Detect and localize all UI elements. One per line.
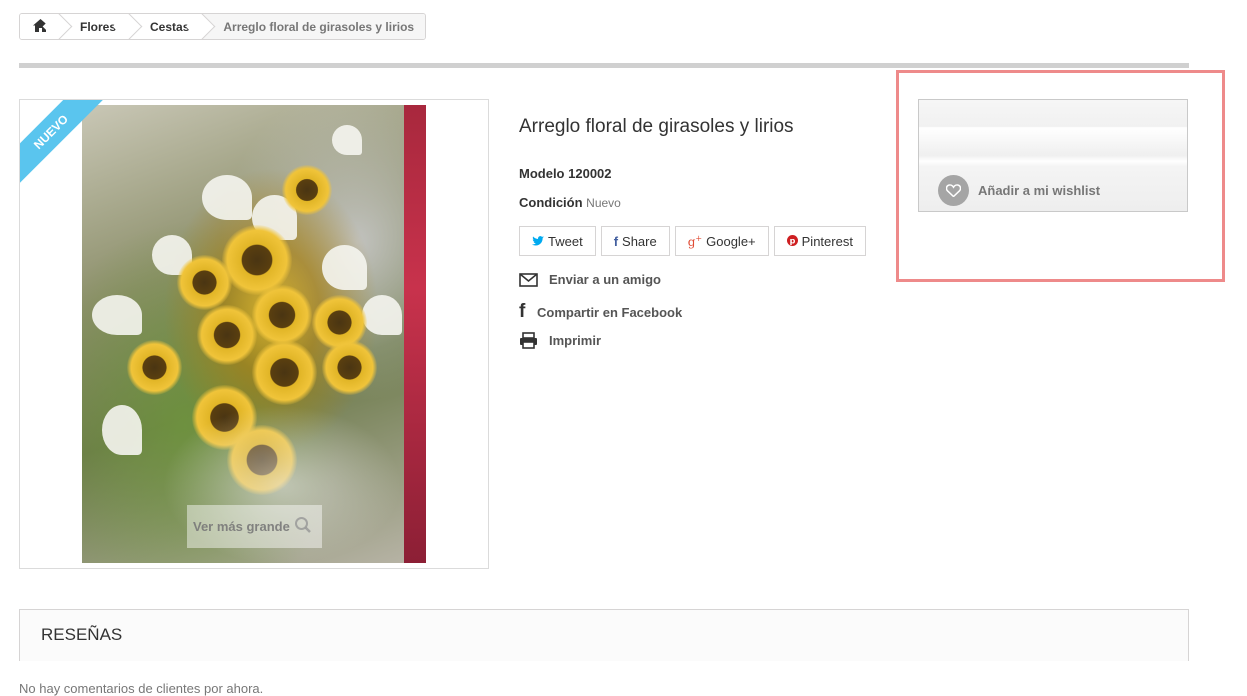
print-link[interactable]: Imprimir xyxy=(519,332,601,349)
facebook-icon: f xyxy=(613,233,619,249)
google-plus-button[interactable]: g+ Google+ xyxy=(674,226,769,256)
social-sharing: Tweet f Share g+ Google+ p Pinterest xyxy=(519,226,866,256)
twitter-icon xyxy=(532,234,544,249)
product-reference: Modelo 120002 xyxy=(519,166,612,181)
breadcrumb-current: Arreglo floral de girasoles y lirios xyxy=(203,14,426,39)
highlight-box xyxy=(896,70,1225,282)
zoom-label: Ver más grande xyxy=(193,519,290,534)
reviews-empty-text: No hay comentarios de clientes por ahora… xyxy=(19,681,264,696)
pinterest-icon: p xyxy=(786,234,798,249)
facebook-icon: f xyxy=(519,301,526,322)
envelope-icon xyxy=(519,272,539,287)
new-badge-label: Nuevo xyxy=(20,100,106,186)
breadcrumb-home[interactable] xyxy=(20,14,73,39)
zoom-icon xyxy=(294,516,312,537)
share-button[interactable]: f Share xyxy=(600,226,670,256)
send-to-friend-link[interactable]: Enviar a un amigo xyxy=(519,272,661,287)
zoom-button[interactable]: Ver más grande xyxy=(187,505,322,548)
divider xyxy=(19,63,1189,68)
reviews-title: Reseñas xyxy=(41,625,123,644)
product-condition: Condición Nuevo xyxy=(519,195,621,210)
svg-text:p: p xyxy=(789,236,795,245)
google-plus-icon: g+ xyxy=(687,233,703,249)
product-image[interactable] xyxy=(82,105,426,563)
product-image-box: Ver más grande Nuevo xyxy=(19,99,489,569)
new-badge: Nuevo xyxy=(20,100,106,186)
pinterest-button[interactable]: p Pinterest xyxy=(773,226,866,256)
breadcrumb: Flores Cestas Arreglo floral de girasole… xyxy=(19,13,427,40)
printer-icon xyxy=(519,332,539,349)
reviews-section: Reseñas xyxy=(19,609,1189,661)
tweet-button[interactable]: Tweet xyxy=(519,226,596,256)
product-title: Arreglo floral de girasoles y lirios xyxy=(519,116,794,137)
share-facebook-link[interactable]: f Compartir en Facebook xyxy=(519,301,682,323)
